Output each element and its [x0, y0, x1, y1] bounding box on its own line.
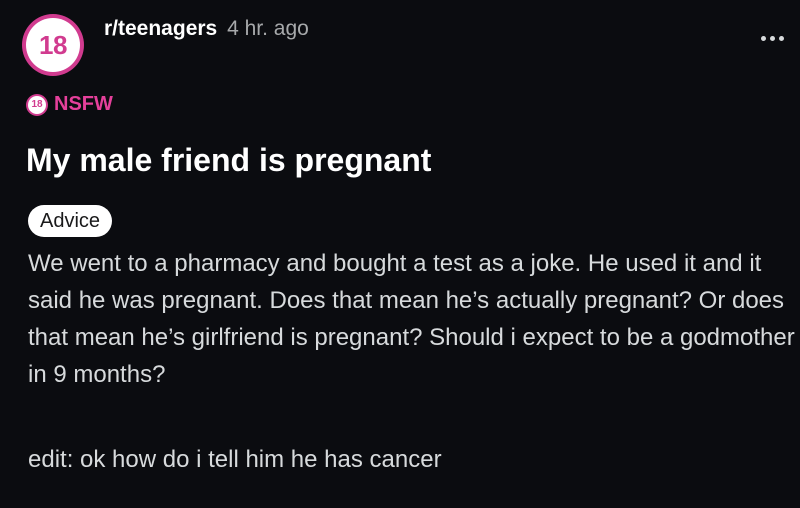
post-edit-note: edit: ok how do i tell him he has cancer: [28, 446, 442, 473]
nsfw-label: NSFW: [54, 93, 113, 115]
post-meta: r/teenagers 4 hr. ago: [104, 15, 309, 43]
more-options-icon[interactable]: [761, 36, 784, 41]
avatar-label: 18: [26, 18, 80, 72]
nsfw-icon-label: 18: [28, 95, 46, 114]
post-card: 18 r/teenagers 4 hr. ago 18 NSFW My male…: [0, 0, 800, 508]
dot: [779, 36, 784, 41]
post-timestamp: 4 hr. ago: [227, 17, 309, 40]
post-flair[interactable]: Advice: [28, 205, 113, 237]
dot: [770, 36, 775, 41]
subreddit-link[interactable]: r/teenagers: [104, 17, 217, 40]
dot: [761, 36, 766, 41]
nsfw-tag: 18 NSFW: [26, 93, 113, 116]
nsfw-icon: 18: [26, 93, 48, 116]
post-title[interactable]: My male friend is pregnant: [26, 140, 431, 180]
post-body: We went to a pharmacy and bought a test …: [28, 250, 795, 388]
subreddit-avatar[interactable]: 18: [22, 14, 84, 76]
